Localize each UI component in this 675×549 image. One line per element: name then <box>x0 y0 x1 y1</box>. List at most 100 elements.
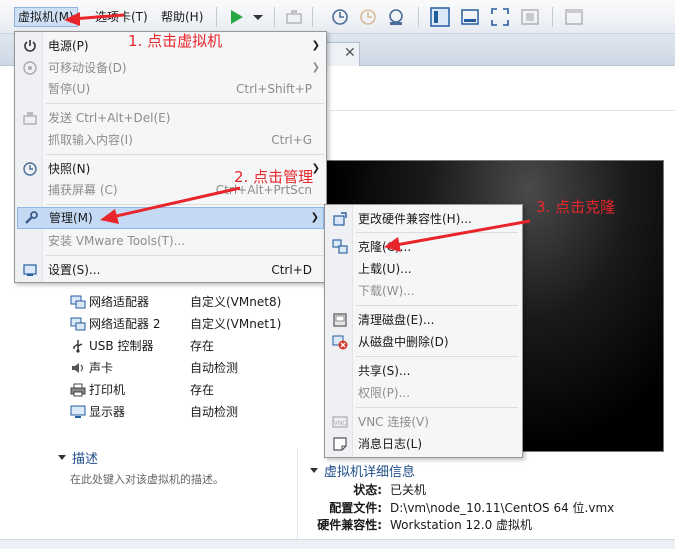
sound-icon <box>70 361 86 375</box>
full-screen-icon[interactable] <box>490 7 510 27</box>
menu-item-message-log[interactable]: 消息日志(L) <box>327 433 520 455</box>
detail-value: D:\vm\node_10.11\CentOS 64 位.vmx <box>390 501 615 515</box>
manage-submenu: 更改硬件兼容性(H)... 克隆(C)... 上载(U)... 下载(W)...… <box>324 204 523 458</box>
menu-separator <box>356 356 518 357</box>
wrench-icon <box>25 211 38 224</box>
menu-item-label: 从磁盘中删除(D) <box>358 335 449 349</box>
menu-item-clone[interactable]: 克隆(C)... <box>327 236 520 258</box>
submenu-arrow-icon: ❯ <box>311 62 320 73</box>
menu-item-clean-up-disks[interactable]: 清理磁盘(E)... <box>327 309 520 331</box>
main-toolbar: 虚拟机(M) 选项卡(T) 帮助(H) <box>0 0 675 34</box>
menu-item-share[interactable]: 共享(S)... <box>327 360 520 382</box>
settings-icon <box>23 264 37 276</box>
menu-item-label: 电源(P) <box>48 39 89 53</box>
menu-item-label: 捕获屏幕 (C) <box>48 183 118 197</box>
annotation-step-2: 2. 点击管理 <box>234 168 314 186</box>
disk-cleanup-icon <box>333 313 347 327</box>
menu-item-permissions[interactable]: 权限(P)... <box>327 382 520 404</box>
menu-item-grab-input[interactable]: 抓取输入内容(I) Ctrl+G <box>17 129 324 151</box>
hardware-compat-icon <box>333 212 347 226</box>
toolbar-divider <box>312 7 313 27</box>
show-library-icon[interactable] <box>430 7 450 27</box>
device-name: 打印机 <box>89 383 126 397</box>
snapshot-manager-icon[interactable] <box>386 7 406 27</box>
submenu-arrow-icon: ❯ <box>310 212 319 223</box>
menu-help[interactable]: 帮助(H) <box>158 7 206 27</box>
menu-item-label: 清理磁盘(E)... <box>358 313 435 327</box>
removable-device-icon <box>23 61 37 75</box>
toolbar-divider <box>418 7 419 27</box>
menu-item-label: 安装 VMware Tools(T)... <box>48 234 186 248</box>
thumbnail-bar-icon[interactable] <box>460 7 480 27</box>
device-row[interactable]: 网络适配器 2 自定义(VMnet1) <box>70 314 310 334</box>
menu-item-install-vmware-tools[interactable]: 安装 VMware Tools(T)... <box>17 230 324 252</box>
device-row[interactable]: 显示器 自动检测 <box>70 402 310 422</box>
menu-item-label: 发送 Ctrl+Alt+Del(E) <box>48 111 171 125</box>
device-name: 显示器 <box>89 405 126 419</box>
send-keys-icon <box>23 112 37 125</box>
menu-item-label: 消息日志(L) <box>358 437 423 451</box>
menu-item-label: 抓取输入内容(I) <box>48 133 133 147</box>
network-adapter-icon <box>70 295 86 309</box>
unity-icon[interactable] <box>520 7 540 27</box>
status-bar <box>0 539 675 549</box>
annotation-step-3: 3. 点击克隆 <box>536 198 616 216</box>
network-adapter-icon <box>70 317 86 331</box>
detail-value: Workstation 12.0 虚拟机 <box>390 518 533 532</box>
message-log-icon <box>333 437 347 451</box>
device-value: 存在 <box>190 383 215 397</box>
power-icon <box>24 40 36 52</box>
menu-item-vnc-connection[interactable]: VNC VNC 连接(V) <box>327 411 520 433</box>
menu-item-send-ctrl-alt-del[interactable]: 发送 Ctrl+Alt+Del(E) <box>17 107 324 129</box>
vm-dropdown-menu: 电源(P) ❯ 可移动设备(D) ❯ 暂停(U) Ctrl+Shift+P 发送… <box>14 31 327 283</box>
menu-item-settings[interactable]: 设置(S)... Ctrl+D <box>17 259 324 281</box>
device-name: 网络适配器 <box>89 295 150 309</box>
menu-item-label: 管理(M) <box>49 211 93 225</box>
menu-vm[interactable]: 虚拟机(M) <box>14 7 78 27</box>
device-value: 自定义(VMnet1) <box>190 317 282 331</box>
collapse-details-icon[interactable] <box>310 468 318 473</box>
menu-item-removable-devices[interactable]: 可移动设备(D) ❯ <box>17 57 324 79</box>
menu-item-label: VNC 连接(V) <box>358 415 429 429</box>
device-row[interactable]: 打印机 存在 <box>70 380 310 400</box>
header-divider <box>330 110 675 111</box>
menu-item-manage[interactable]: 管理(M) ❯ <box>17 207 324 229</box>
menu-item-delete-from-disk[interactable]: 从磁盘中删除(D) <box>327 331 520 353</box>
menu-item-label: 更改硬件兼容性(H)... <box>358 212 472 226</box>
annotation-step-1: 1. 点击虚拟机 <box>128 32 223 50</box>
play-dropdown-icon[interactable] <box>248 7 268 27</box>
device-row[interactable]: 声卡 自动检测 <box>70 358 310 378</box>
close-tab-icon[interactable]: ✕ <box>344 45 356 61</box>
menu-separator <box>356 305 518 306</box>
toolbar-divider <box>216 7 217 27</box>
details-title: 虚拟机详细信息 <box>324 465 416 480</box>
menu-item-change-hardware-compat[interactable]: 更改硬件兼容性(H)... <box>327 208 520 230</box>
menu-item-label: 下载(W)... <box>358 284 415 298</box>
device-value: 自动检测 <box>190 361 239 375</box>
description-placeholder[interactable]: 在此处键入对该虚拟机的描述。 <box>70 471 224 487</box>
snapshot-revert-icon[interactable] <box>358 7 378 27</box>
device-row[interactable]: USB 控制器 存在 <box>70 336 310 356</box>
menu-item-label: 快照(N) <box>48 162 91 176</box>
menu-separator <box>46 154 324 155</box>
clone-icon <box>332 239 348 254</box>
detail-label: 状态: <box>353 483 382 497</box>
toolbar-divider <box>274 7 275 27</box>
console-view-icon[interactable] <box>564 7 584 27</box>
send-ctrl-alt-del-icon[interactable] <box>284 7 304 27</box>
collapse-description-icon[interactable] <box>58 455 66 460</box>
detail-label: 配置文件: <box>329 501 382 515</box>
usb-icon <box>70 339 86 353</box>
menu-item-pause[interactable]: 暂停(U) Ctrl+Shift+P <box>17 78 324 100</box>
menu-item-upload[interactable]: 上载(U)... <box>327 258 520 280</box>
snapshot-take-icon[interactable] <box>330 7 350 27</box>
printer-icon <box>70 383 86 397</box>
menu-item-download[interactable]: 下载(W)... <box>327 280 520 302</box>
play-icon[interactable] <box>226 7 246 27</box>
device-value: 存在 <box>190 339 215 353</box>
toolbar-divider <box>552 7 553 27</box>
menu-separator <box>46 255 324 256</box>
device-row[interactable]: 网络适配器 自定义(VMnet8) <box>70 292 310 312</box>
menu-tabs[interactable]: 选项卡(T) <box>92 7 151 27</box>
device-value: 自动检测 <box>190 405 239 419</box>
